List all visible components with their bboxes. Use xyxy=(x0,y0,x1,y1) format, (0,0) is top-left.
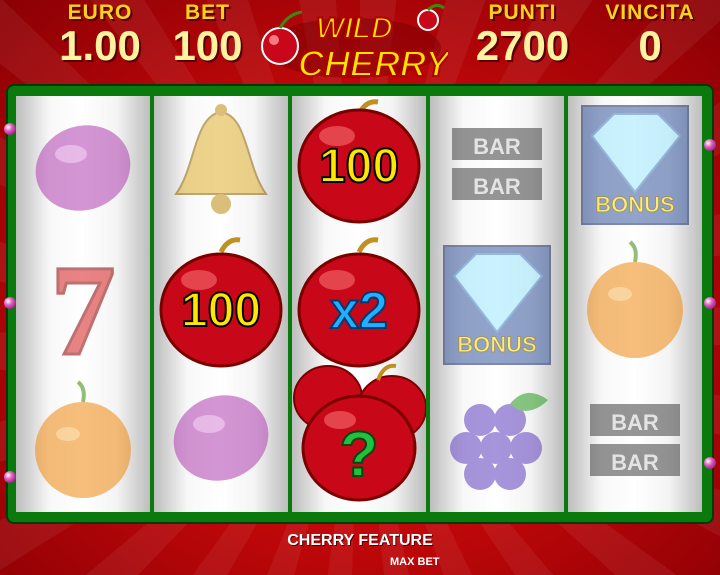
max-bet-button[interactable]: MAX BET xyxy=(390,556,440,568)
bonus-text: BONUS xyxy=(595,192,674,217)
bet-value: 100 xyxy=(172,22,243,69)
payline-marker-left-middle xyxy=(4,297,16,309)
reel-3: 100 x2 ? xyxy=(292,96,426,512)
vincita-display: VINCITA 0 xyxy=(585,2,715,68)
bell-icon xyxy=(154,96,288,234)
bar-text-top: BAR xyxy=(611,410,659,435)
cherry-100-icon: 100 xyxy=(154,234,288,372)
payline-marker-right-middle xyxy=(704,297,716,309)
diamond-bonus-icon: BONUS xyxy=(430,236,564,374)
plum-icon xyxy=(154,374,288,512)
euro-value: 1.00 xyxy=(59,22,141,69)
bar-text-bottom: BAR xyxy=(473,174,521,199)
vincita-value: 0 xyxy=(638,22,662,69)
reel-4: BAR BAR BONUS xyxy=(430,96,564,512)
reel-board: 7 100 100 x2 ? BAR BAR BONUS BONUS BAR B… xyxy=(4,86,716,522)
cherry-100-text: 100 xyxy=(319,140,399,193)
cherry-100-icon: 100 xyxy=(292,96,426,234)
diamond-bonus-icon: BONUS xyxy=(568,96,702,234)
payline-marker-right-bottom xyxy=(704,457,716,469)
cherry-x2-text: x2 xyxy=(330,282,388,340)
bar-text-bottom: BAR xyxy=(611,450,659,475)
euro-label: EURO xyxy=(67,1,133,24)
grapes-icon xyxy=(430,374,564,512)
reel-1: 7 xyxy=(16,96,150,512)
payline-marker-left-bottom xyxy=(4,471,16,483)
cherry-100-text: 100 xyxy=(181,284,261,337)
feature-message: CHERRY FEATURE xyxy=(287,532,433,549)
plum-icon xyxy=(16,96,150,234)
seven-text: 7 xyxy=(51,239,116,374)
punti-label: PUNTI xyxy=(488,1,557,24)
logo-wild-text: WILD xyxy=(316,12,393,45)
punti-value: 2700 xyxy=(475,22,570,69)
orange-icon xyxy=(16,374,150,512)
reel-2: 100 xyxy=(154,96,288,512)
cherry-mystery-icon: ? xyxy=(292,358,426,512)
bonus-text: BONUS xyxy=(457,332,536,357)
reel-5: BONUS BAR BAR xyxy=(568,96,702,512)
bet-display[interactable]: BET 100 xyxy=(160,2,255,68)
cherry-x2-icon: x2 xyxy=(292,234,426,372)
euro-display: EURO 1.00 xyxy=(40,2,160,68)
mystery-text: ? xyxy=(339,418,378,490)
orange-icon xyxy=(568,236,702,374)
vincita-label: VINCITA xyxy=(605,1,695,24)
seven-icon: 7 xyxy=(16,236,150,375)
bar-bar-icon: BAR BAR xyxy=(430,96,564,234)
payline-marker-left-top xyxy=(4,123,16,135)
bar-bar-icon: BAR BAR xyxy=(568,374,702,512)
payline-marker-right-top xyxy=(704,139,716,151)
bet-label: BET xyxy=(185,1,230,24)
wild-cherry-logo: WILD CHERRY xyxy=(258,3,453,85)
bar-text-top: BAR xyxy=(473,134,521,159)
logo-cherry-text: CHERRY xyxy=(298,43,448,84)
punti-display: PUNTI 2700 xyxy=(455,2,590,68)
